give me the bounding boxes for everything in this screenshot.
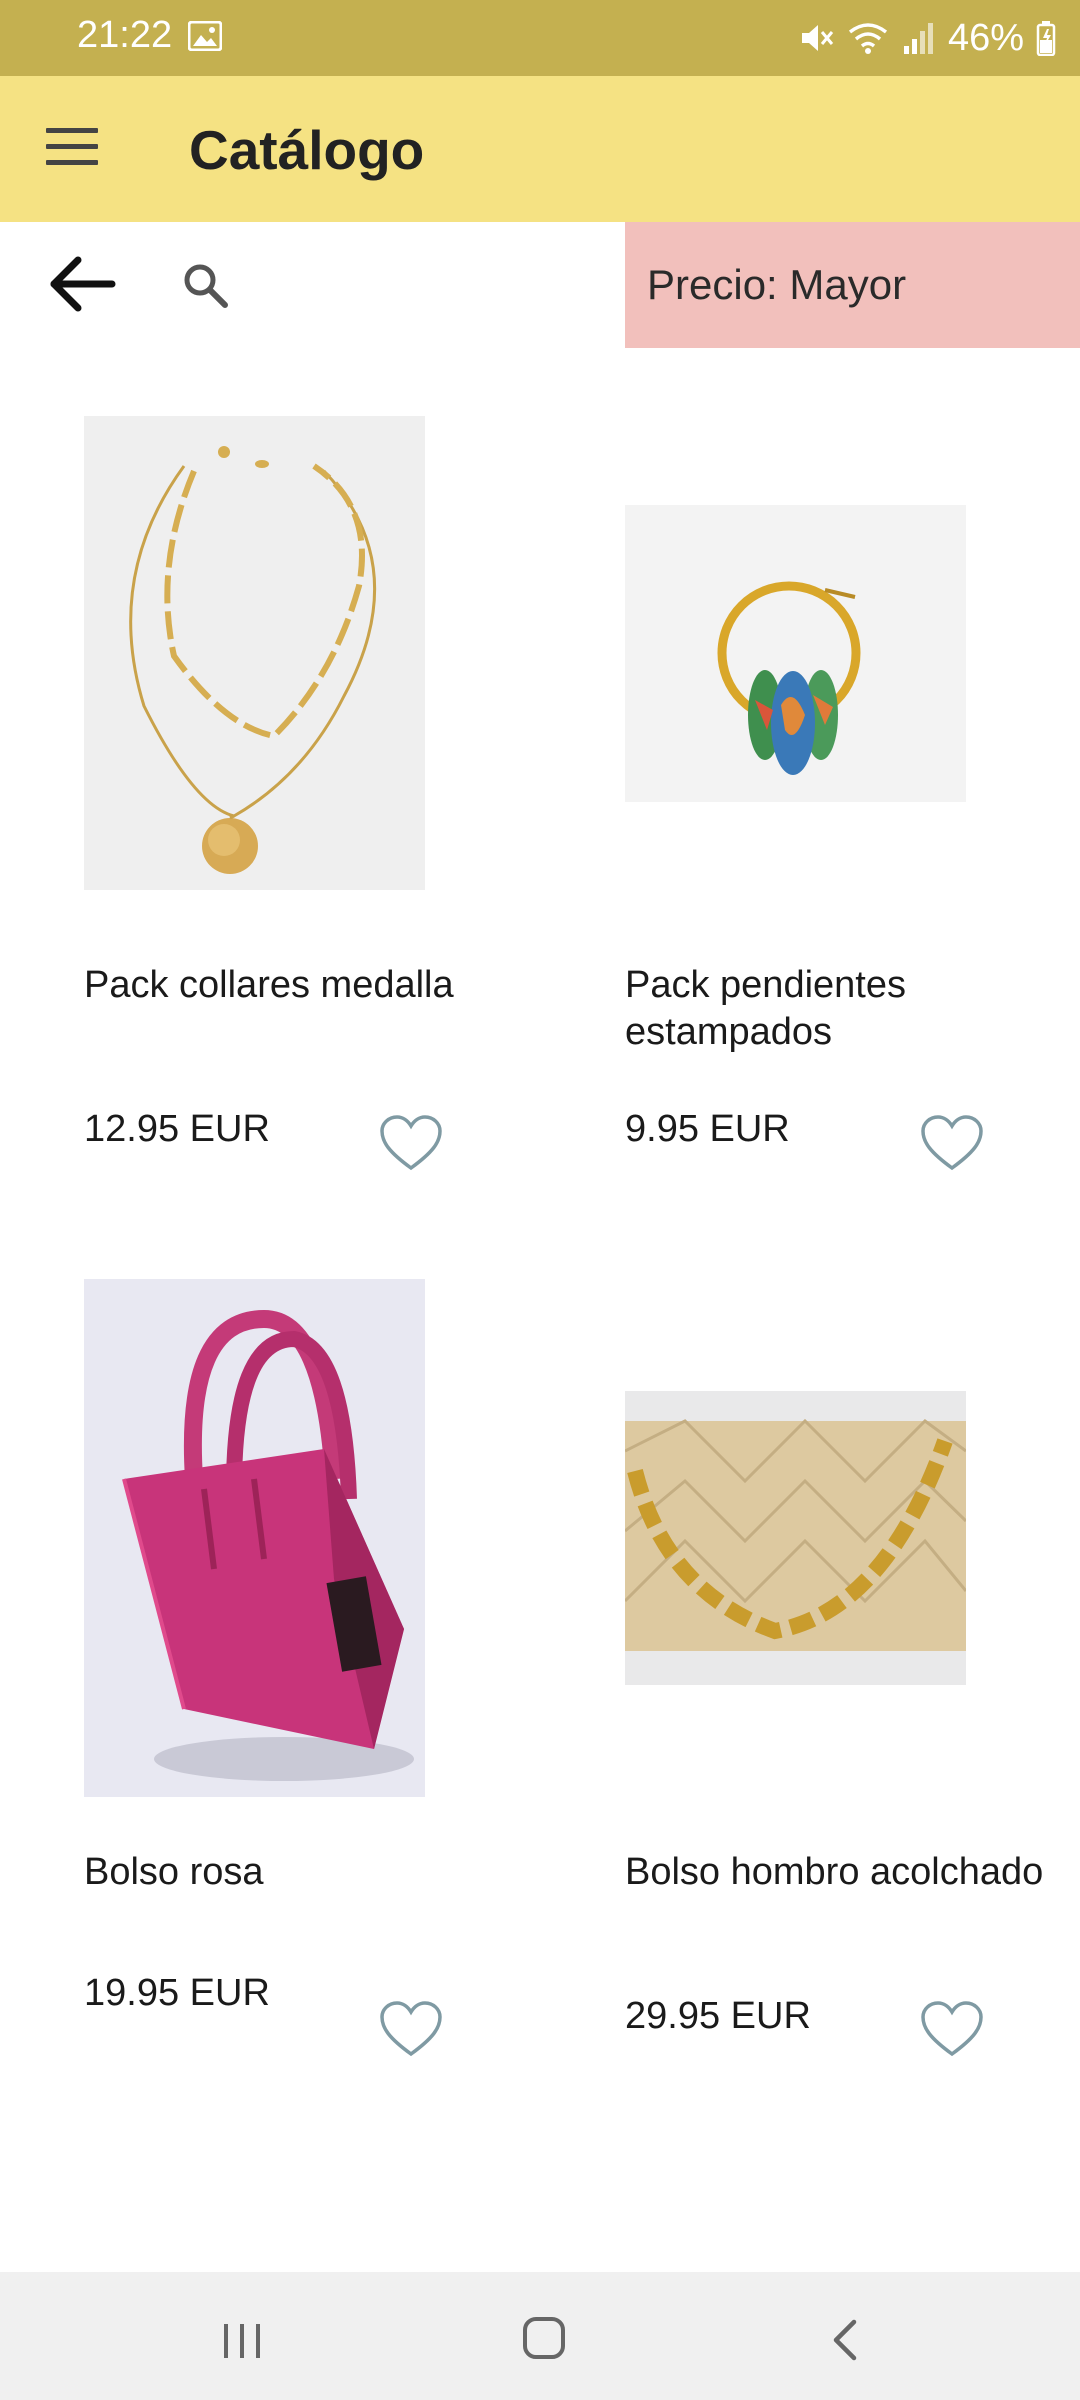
- pink-handbag-image[interactable]: [84, 1279, 425, 1797]
- mute-icon: [801, 25, 834, 51]
- sort-label: Precio: Mayor: [647, 261, 907, 308]
- app-bar: Catálogo: [0, 76, 1080, 222]
- quilted-shoulder-bag-image[interactable]: [625, 1391, 966, 1685]
- product-name: Bolso rosa: [84, 1851, 264, 1893]
- hoop-earring-image[interactable]: [625, 505, 966, 802]
- status-bar: 21:22 46%: [0, 0, 1080, 76]
- home-icon[interactable]: [522, 2316, 566, 2360]
- system-nav-bar: [0, 2272, 1080, 2400]
- product-name: Bolso hombro acolchado: [625, 1851, 1044, 1893]
- page-title: Catálogo: [189, 119, 425, 181]
- arrow-back-icon[interactable]: [46, 254, 118, 314]
- product-price: 12.95 EUR: [84, 1108, 270, 1150]
- signal-icon: [903, 23, 933, 54]
- recent-apps-icon[interactable]: [222, 2322, 262, 2360]
- status-icons: 46%: [798, 14, 1056, 62]
- sort-selector[interactable]: Precio: Mayor: [625, 222, 1080, 348]
- search-icon[interactable]: [180, 260, 230, 310]
- product-price: 9.95 EUR: [625, 1108, 790, 1150]
- heart-icon[interactable]: [379, 1114, 443, 1172]
- status-time: 21:22: [77, 14, 173, 56]
- product-name: Pack collares medalla: [84, 964, 454, 1006]
- filter-toolbar: Precio: Mayor: [0, 222, 1080, 348]
- back-icon[interactable]: [830, 2318, 860, 2362]
- product-name: Pack pendientes estampados: [625, 964, 906, 1053]
- gold-necklace-image[interactable]: [84, 416, 425, 890]
- heart-icon[interactable]: [920, 1114, 984, 1172]
- battery-percent: 46%: [947, 16, 1024, 59]
- wifi-icon: [848, 23, 888, 54]
- heart-icon[interactable]: [379, 2000, 443, 2058]
- product-price: 19.95 EUR: [84, 1972, 270, 2014]
- battery-icon: [1036, 21, 1056, 56]
- product-price: 29.95 EUR: [625, 1995, 811, 2037]
- gallery-icon: [188, 21, 222, 51]
- heart-icon[interactable]: [920, 2000, 984, 2058]
- hamburger-menu-icon[interactable]: [46, 128, 98, 168]
